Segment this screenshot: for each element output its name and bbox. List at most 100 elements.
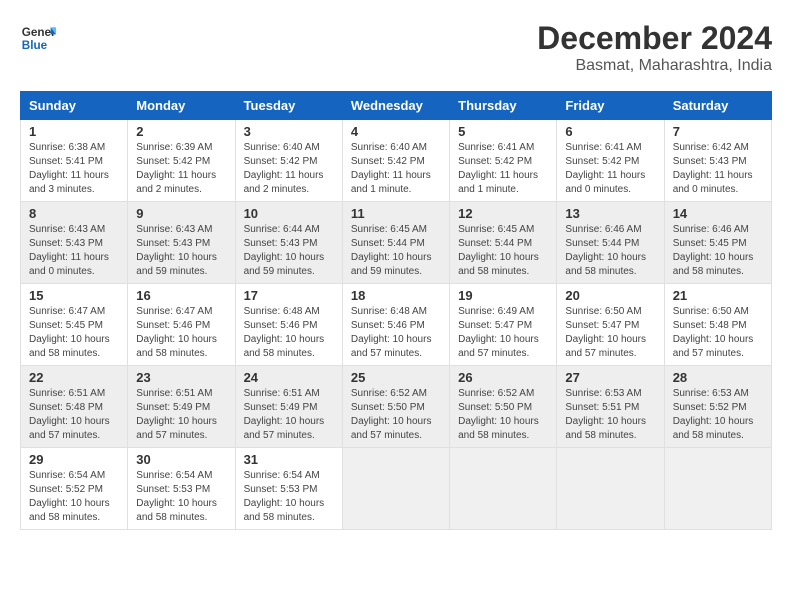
table-row xyxy=(664,448,771,530)
table-row: 12 Sunrise: 6:45 AM Sunset: 5:44 PM Dayl… xyxy=(450,202,557,284)
day-number: 17 xyxy=(244,288,334,303)
day-info: Sunrise: 6:50 AM Sunset: 5:47 PM Dayligh… xyxy=(565,305,655,361)
day-number: 27 xyxy=(565,370,655,385)
table-row: 9 Sunrise: 6:43 AM Sunset: 5:43 PM Dayli… xyxy=(128,202,235,284)
table-row: 8 Sunrise: 6:43 AM Sunset: 5:43 PM Dayli… xyxy=(21,202,128,284)
day-info: Sunrise: 6:40 AM Sunset: 5:42 PM Dayligh… xyxy=(351,141,441,197)
day-number: 5 xyxy=(458,124,548,139)
day-info: Sunrise: 6:48 AM Sunset: 5:46 PM Dayligh… xyxy=(244,305,334,361)
table-row: 7 Sunrise: 6:42 AM Sunset: 5:43 PM Dayli… xyxy=(664,120,771,202)
day-number: 13 xyxy=(565,206,655,221)
header-thursday: Thursday xyxy=(450,92,557,120)
day-info: Sunrise: 6:42 AM Sunset: 5:43 PM Dayligh… xyxy=(673,141,763,197)
header-wednesday: Wednesday xyxy=(342,92,449,120)
title-block: December 2024 Basmat, Maharashtra, India xyxy=(537,20,772,75)
calendar-header-row: Sunday Monday Tuesday Wednesday Thursday… xyxy=(21,92,772,120)
table-row: 25 Sunrise: 6:52 AM Sunset: 5:50 PM Dayl… xyxy=(342,366,449,448)
day-number: 18 xyxy=(351,288,441,303)
day-number: 1 xyxy=(29,124,119,139)
table-row xyxy=(450,448,557,530)
logo: General Blue xyxy=(20,20,56,56)
day-info: Sunrise: 6:51 AM Sunset: 5:49 PM Dayligh… xyxy=(244,387,334,443)
day-number: 19 xyxy=(458,288,548,303)
day-info: Sunrise: 6:46 AM Sunset: 5:44 PM Dayligh… xyxy=(565,223,655,279)
table-row: 13 Sunrise: 6:46 AM Sunset: 5:44 PM Dayl… xyxy=(557,202,664,284)
day-info: Sunrise: 6:50 AM Sunset: 5:48 PM Dayligh… xyxy=(673,305,763,361)
day-number: 28 xyxy=(673,370,763,385)
calendar-week-row: 29 Sunrise: 6:54 AM Sunset: 5:52 PM Dayl… xyxy=(21,448,772,530)
day-number: 2 xyxy=(136,124,226,139)
day-info: Sunrise: 6:38 AM Sunset: 5:41 PM Dayligh… xyxy=(29,141,119,197)
day-number: 4 xyxy=(351,124,441,139)
table-row: 1 Sunrise: 6:38 AM Sunset: 5:41 PM Dayli… xyxy=(21,120,128,202)
table-row: 27 Sunrise: 6:53 AM Sunset: 5:51 PM Dayl… xyxy=(557,366,664,448)
table-row: 2 Sunrise: 6:39 AM Sunset: 5:42 PM Dayli… xyxy=(128,120,235,202)
day-info: Sunrise: 6:41 AM Sunset: 5:42 PM Dayligh… xyxy=(565,141,655,197)
day-number: 12 xyxy=(458,206,548,221)
day-number: 20 xyxy=(565,288,655,303)
calendar-week-row: 15 Sunrise: 6:47 AM Sunset: 5:45 PM Dayl… xyxy=(21,284,772,366)
header-monday: Monday xyxy=(128,92,235,120)
day-number: 6 xyxy=(565,124,655,139)
day-info: Sunrise: 6:45 AM Sunset: 5:44 PM Dayligh… xyxy=(351,223,441,279)
header-friday: Friday xyxy=(557,92,664,120)
day-number: 9 xyxy=(136,206,226,221)
day-info: Sunrise: 6:48 AM Sunset: 5:46 PM Dayligh… xyxy=(351,305,441,361)
table-row: 6 Sunrise: 6:41 AM Sunset: 5:42 PM Dayli… xyxy=(557,120,664,202)
day-info: Sunrise: 6:53 AM Sunset: 5:52 PM Dayligh… xyxy=(673,387,763,443)
day-info: Sunrise: 6:43 AM Sunset: 5:43 PM Dayligh… xyxy=(136,223,226,279)
day-number: 21 xyxy=(673,288,763,303)
day-info: Sunrise: 6:45 AM Sunset: 5:44 PM Dayligh… xyxy=(458,223,548,279)
table-row: 29 Sunrise: 6:54 AM Sunset: 5:52 PM Dayl… xyxy=(21,448,128,530)
day-info: Sunrise: 6:47 AM Sunset: 5:46 PM Dayligh… xyxy=(136,305,226,361)
table-row: 16 Sunrise: 6:47 AM Sunset: 5:46 PM Dayl… xyxy=(128,284,235,366)
table-row: 10 Sunrise: 6:44 AM Sunset: 5:43 PM Dayl… xyxy=(235,202,342,284)
day-number: 29 xyxy=(29,452,119,467)
table-row: 17 Sunrise: 6:48 AM Sunset: 5:46 PM Dayl… xyxy=(235,284,342,366)
table-row: 31 Sunrise: 6:54 AM Sunset: 5:53 PM Dayl… xyxy=(235,448,342,530)
calendar-week-row: 8 Sunrise: 6:43 AM Sunset: 5:43 PM Dayli… xyxy=(21,202,772,284)
header-tuesday: Tuesday xyxy=(235,92,342,120)
day-number: 24 xyxy=(244,370,334,385)
day-info: Sunrise: 6:54 AM Sunset: 5:52 PM Dayligh… xyxy=(29,469,119,525)
day-info: Sunrise: 6:53 AM Sunset: 5:51 PM Dayligh… xyxy=(565,387,655,443)
day-info: Sunrise: 6:46 AM Sunset: 5:45 PM Dayligh… xyxy=(673,223,763,279)
day-number: 23 xyxy=(136,370,226,385)
table-row: 24 Sunrise: 6:51 AM Sunset: 5:49 PM Dayl… xyxy=(235,366,342,448)
table-row: 11 Sunrise: 6:45 AM Sunset: 5:44 PM Dayl… xyxy=(342,202,449,284)
table-row: 22 Sunrise: 6:51 AM Sunset: 5:48 PM Dayl… xyxy=(21,366,128,448)
table-row: 4 Sunrise: 6:40 AM Sunset: 5:42 PM Dayli… xyxy=(342,120,449,202)
table-row: 23 Sunrise: 6:51 AM Sunset: 5:49 PM Dayl… xyxy=(128,366,235,448)
day-info: Sunrise: 6:52 AM Sunset: 5:50 PM Dayligh… xyxy=(351,387,441,443)
day-number: 25 xyxy=(351,370,441,385)
day-info: Sunrise: 6:49 AM Sunset: 5:47 PM Dayligh… xyxy=(458,305,548,361)
table-row: 15 Sunrise: 6:47 AM Sunset: 5:45 PM Dayl… xyxy=(21,284,128,366)
day-info: Sunrise: 6:41 AM Sunset: 5:42 PM Dayligh… xyxy=(458,141,548,197)
day-info: Sunrise: 6:40 AM Sunset: 5:42 PM Dayligh… xyxy=(244,141,334,197)
day-number: 31 xyxy=(244,452,334,467)
day-number: 11 xyxy=(351,206,441,221)
table-row: 3 Sunrise: 6:40 AM Sunset: 5:42 PM Dayli… xyxy=(235,120,342,202)
header-saturday: Saturday xyxy=(664,92,771,120)
page-header: General Blue December 2024 Basmat, Mahar… xyxy=(20,20,772,75)
day-info: Sunrise: 6:39 AM Sunset: 5:42 PM Dayligh… xyxy=(136,141,226,197)
table-row: 21 Sunrise: 6:50 AM Sunset: 5:48 PM Dayl… xyxy=(664,284,771,366)
day-number: 10 xyxy=(244,206,334,221)
day-number: 14 xyxy=(673,206,763,221)
day-info: Sunrise: 6:44 AM Sunset: 5:43 PM Dayligh… xyxy=(244,223,334,279)
calendar-week-row: 1 Sunrise: 6:38 AM Sunset: 5:41 PM Dayli… xyxy=(21,120,772,202)
calendar-week-row: 22 Sunrise: 6:51 AM Sunset: 5:48 PM Dayl… xyxy=(21,366,772,448)
day-info: Sunrise: 6:54 AM Sunset: 5:53 PM Dayligh… xyxy=(136,469,226,525)
header-sunday: Sunday xyxy=(21,92,128,120)
logo-icon: General Blue xyxy=(20,20,56,56)
page-title: December 2024 xyxy=(537,20,772,57)
table-row xyxy=(342,448,449,530)
day-number: 3 xyxy=(244,124,334,139)
svg-text:Blue: Blue xyxy=(22,39,48,52)
table-row: 14 Sunrise: 6:46 AM Sunset: 5:45 PM Dayl… xyxy=(664,202,771,284)
day-info: Sunrise: 6:51 AM Sunset: 5:48 PM Dayligh… xyxy=(29,387,119,443)
page-subtitle: Basmat, Maharashtra, India xyxy=(537,57,772,75)
day-info: Sunrise: 6:52 AM Sunset: 5:50 PM Dayligh… xyxy=(458,387,548,443)
table-row: 20 Sunrise: 6:50 AM Sunset: 5:47 PM Dayl… xyxy=(557,284,664,366)
day-info: Sunrise: 6:54 AM Sunset: 5:53 PM Dayligh… xyxy=(244,469,334,525)
